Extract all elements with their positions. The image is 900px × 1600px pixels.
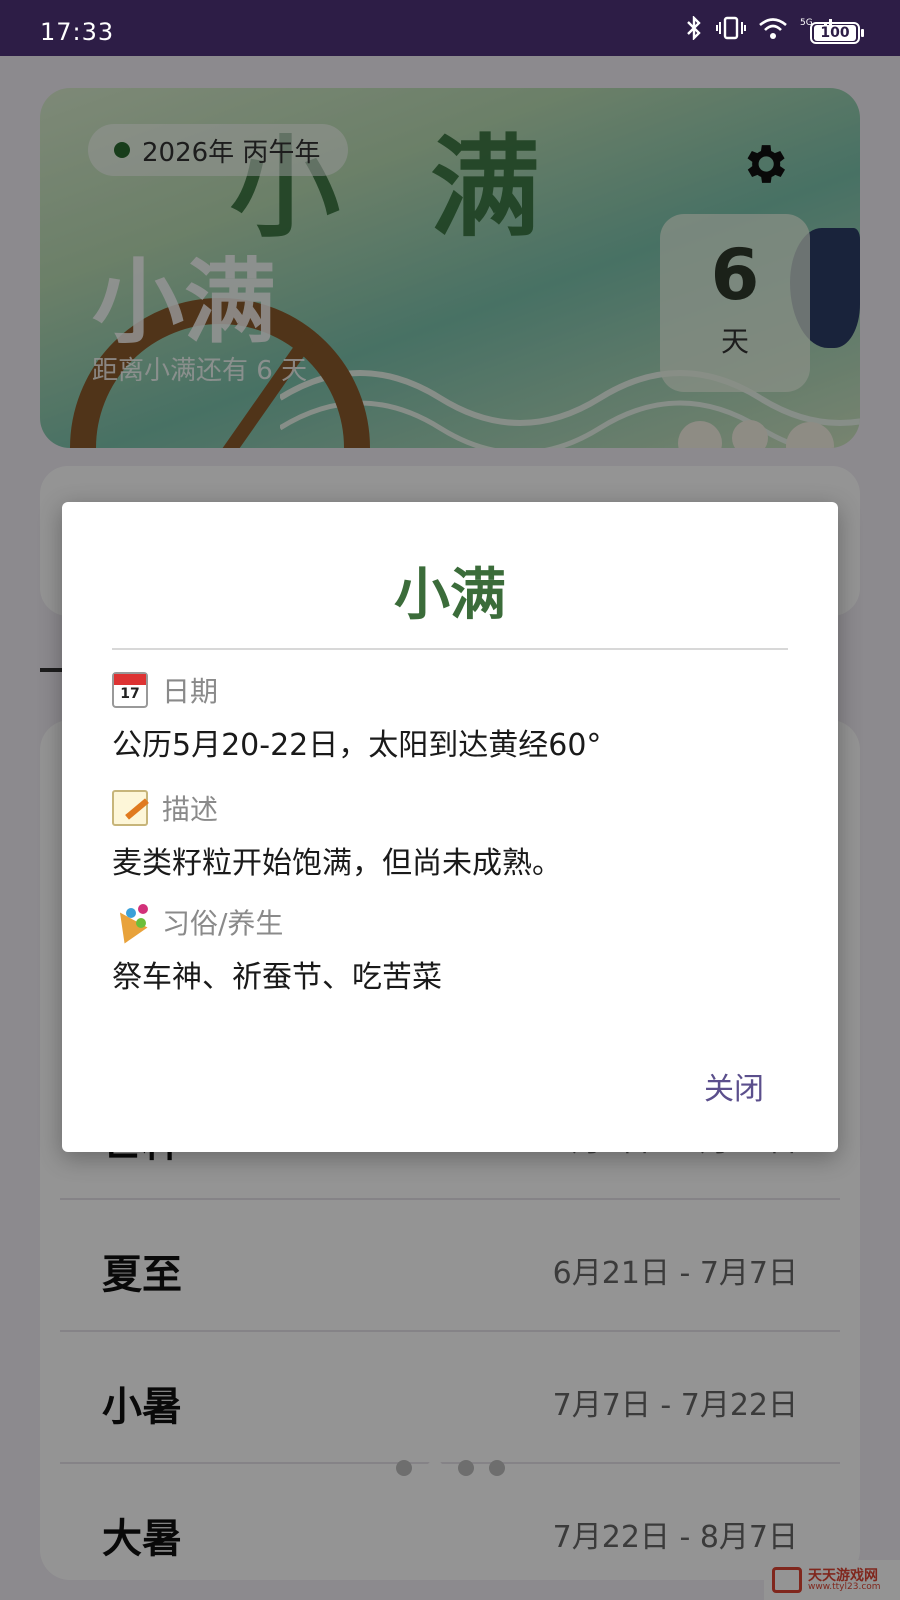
date-section: 17 日期 公历5月20-22日，太阳到达黄经60° — [112, 670, 792, 764]
memo-icon — [112, 790, 148, 826]
description-value: 麦类籽粒开始饱满，但尚未成熟。 — [112, 846, 562, 881]
dialog-title: 小满 — [394, 563, 506, 628]
date-label: 日期 — [162, 675, 219, 708]
description-label: 描述 — [162, 793, 219, 826]
status-time: 17:33 — [40, 18, 115, 46]
customs-label: 习俗/养生 — [162, 907, 284, 940]
date-value: 公历5月20-22日，太阳到达黄经60° — [112, 728, 602, 763]
bluetooth-icon — [687, 16, 701, 40]
vibrate-icon — [716, 16, 746, 40]
calendar-icon-day: 17 — [120, 686, 140, 702]
close-button[interactable]: 关闭 — [700, 1056, 768, 1116]
party-popper-icon — [112, 904, 148, 940]
calendar-icon: 17 — [112, 672, 148, 708]
customs-value: 祭车神、祈蚕节、吃苦菜 — [112, 960, 442, 995]
customs-section: 习俗/养生 祭车神、祈蚕节、吃苦菜 — [112, 902, 792, 996]
status-bar: 17:33 5G 100 — [0, 0, 900, 56]
battery-level: 100 — [814, 25, 856, 41]
dialog-divider — [112, 648, 788, 650]
battery-icon: 100 — [810, 22, 864, 44]
description-section: 描述 麦类籽粒开始饱满，但尚未成熟。 — [112, 788, 792, 882]
solar-term-detail-dialog: 小满 17 日期 公历5月20-22日，太阳到达黄经60° 描述 麦类籽粒开始饱… — [62, 502, 838, 1152]
wifi-icon — [759, 18, 787, 39]
